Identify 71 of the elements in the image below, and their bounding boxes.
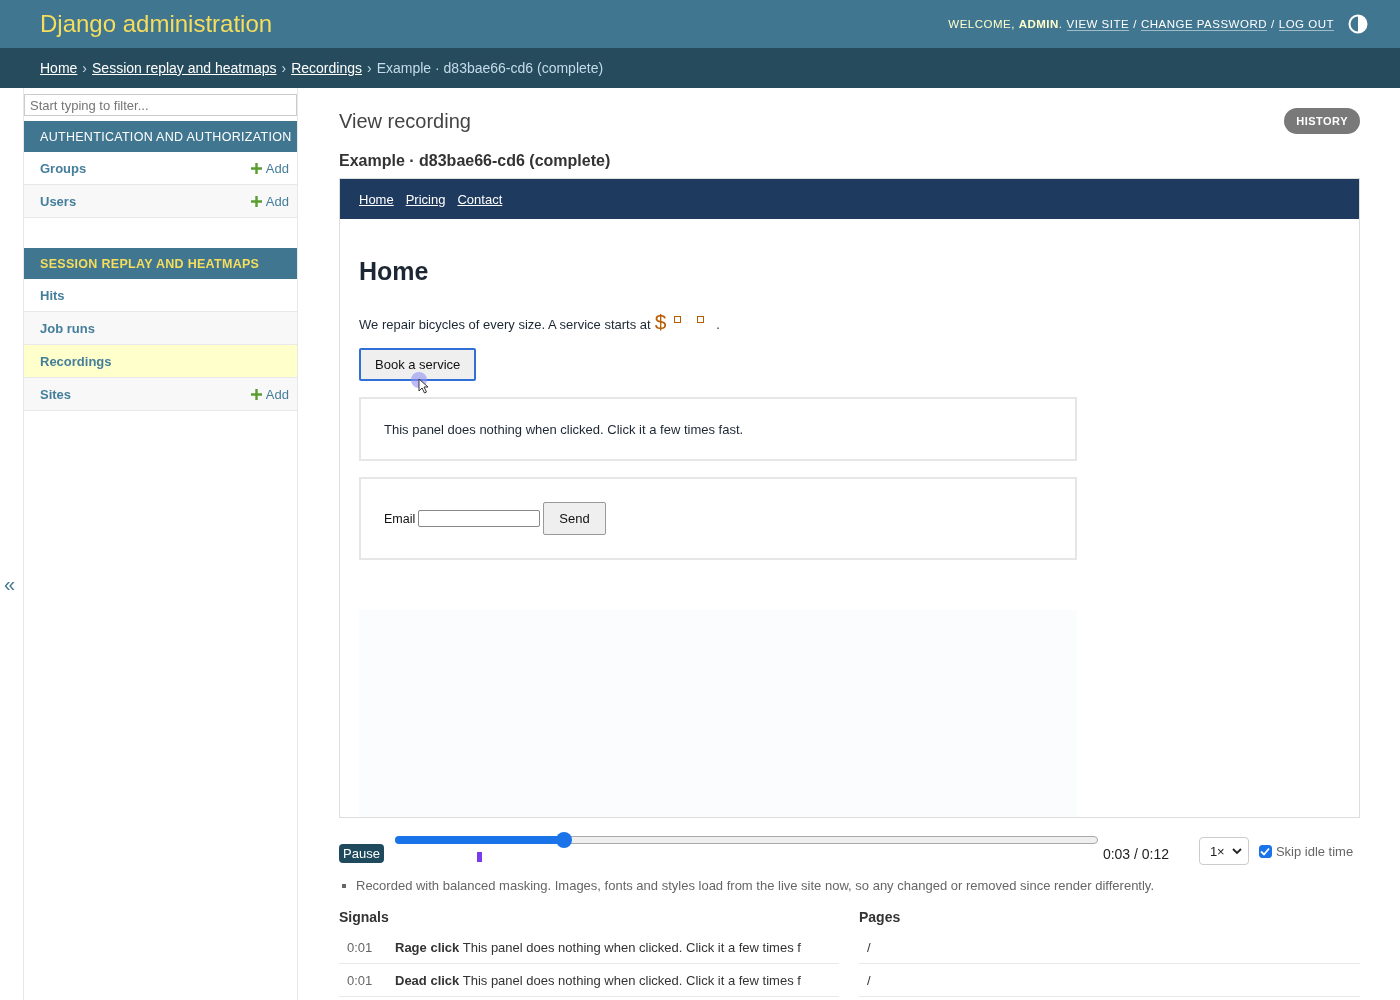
add-link[interactable]: Add — [250, 160, 289, 176]
model-link[interactable]: Users — [40, 193, 77, 209]
model-link[interactable]: Hits — [40, 287, 65, 303]
add-link[interactable]: Add — [250, 386, 289, 402]
filter-field[interactable]: Start typing to filter... — [24, 94, 297, 116]
price-symbol: $ — [654, 310, 667, 334]
model-link[interactable]: Job runs — [40, 320, 95, 336]
signal-marker — [477, 852, 483, 862]
checkbox-label: Skip idle time — [1275, 843, 1354, 859]
book-button[interactable]: Book a service — [359, 348, 477, 381]
signal-description: Rage click This panel does nothing when clicked. Click it a few times f — [395, 939, 801, 955]
breadcrumb-link[interactable]: Recordings — [291, 60, 362, 76]
click-cursor-icon — [411, 372, 431, 394]
recording-title: Example · d83bae66-cd6 (complete) — [339, 152, 612, 170]
breadcrumb-separator: › — [82, 60, 88, 76]
model-link[interactable]: Sites — [40, 386, 72, 402]
welcome-text: WELCOME, ADMIN. — [948, 18, 1063, 30]
masking-note: Recorded with balanced masking. Images, fonts and styles load from the live site now, so any changed or removed since render differently. — [356, 878, 1154, 893]
section-header: AUTHENTICATION AND AUTHORIZATION — [24, 121, 297, 152]
chevron-down-icon — [1231, 847, 1242, 855]
separator: / — [1271, 18, 1275, 30]
email-field[interactable] — [418, 510, 541, 527]
missing-glyph-icon — [697, 316, 705, 323]
sidebar-toggle[interactable]: « — [0, 572, 16, 596]
breadcrumb-separator: › — [281, 60, 287, 76]
nav-link[interactable]: Home — [359, 191, 394, 207]
breadcrumb-link[interactable]: Home — [40, 60, 78, 76]
theme-toggle-icon[interactable] — [1348, 14, 1368, 34]
panel-text: This panel does nothing when clicked. Click it a few times fast. — [384, 421, 744, 437]
separator: / — [1133, 18, 1137, 30]
sidebar-item[interactable]: Job runs — [24, 312, 297, 345]
signal-time: 0:01 — [346, 972, 374, 988]
signals-heading: Signals — [339, 909, 390, 925]
sidebar-item[interactable]: Sites Add — [24, 378, 297, 411]
section-header: SESSION REPLAY AND HEATMAPS — [24, 248, 297, 279]
breadcrumb-link[interactable]: Session replay and heatmaps — [92, 60, 277, 76]
pause-button[interactable]: Pause — [339, 844, 384, 863]
page-path: / — [866, 972, 871, 988]
time-readout: 0:03 / 0:12 — [1102, 845, 1171, 862]
plus-icon — [250, 388, 262, 400]
page-title: View recording — [339, 109, 471, 133]
page-path: / — [866, 939, 871, 955]
pages-heading: Pages — [859, 909, 902, 925]
signal-description: Dead click This panel does nothing when clicked. Click it a few times f — [395, 972, 801, 988]
breadcrumb-current: Example · d83bae66-cd6 (complete) — [376, 60, 604, 76]
send-button[interactable]: Send — [543, 502, 606, 535]
header-link[interactable]: CHANGE PASSWORD — [1140, 17, 1268, 31]
header-link[interactable]: LOG OUT — [1278, 17, 1334, 31]
history-button[interactable]: HISTORY — [1284, 108, 1360, 134]
period: . — [716, 317, 720, 332]
model-link[interactable]: Recordings — [40, 353, 112, 369]
plus-icon — [250, 162, 262, 174]
missing-glyph-icon — [674, 316, 682, 323]
model-link[interactable]: Groups — [40, 160, 87, 176]
sidebar-item[interactable]: Recordings — [24, 345, 297, 378]
skip-idle-checkbox[interactable] — [1258, 844, 1272, 858]
sidebar-item[interactable]: Users Add — [24, 185, 297, 218]
header-link[interactable]: VIEW SITE — [1066, 17, 1130, 31]
slider-thumb[interactable] — [556, 832, 573, 848]
site-title: Django administration — [40, 10, 273, 38]
add-link[interactable]: Add — [250, 193, 289, 209]
speed-select[interactable]: 1× — [1198, 837, 1249, 865]
email-label: Email — [384, 511, 416, 526]
page-heading: Home — [359, 257, 430, 286]
intro-text: We repair bicycles of every size. A service starts at — [359, 317, 651, 332]
signal-time: 0:01 — [346, 939, 374, 955]
nav-link[interactable]: Pricing — [405, 191, 446, 207]
bullet-icon — [342, 883, 346, 888]
nav-link[interactable]: Contact — [457, 191, 503, 207]
breadcrumb-separator: › — [367, 60, 372, 76]
plus-icon — [250, 195, 262, 207]
